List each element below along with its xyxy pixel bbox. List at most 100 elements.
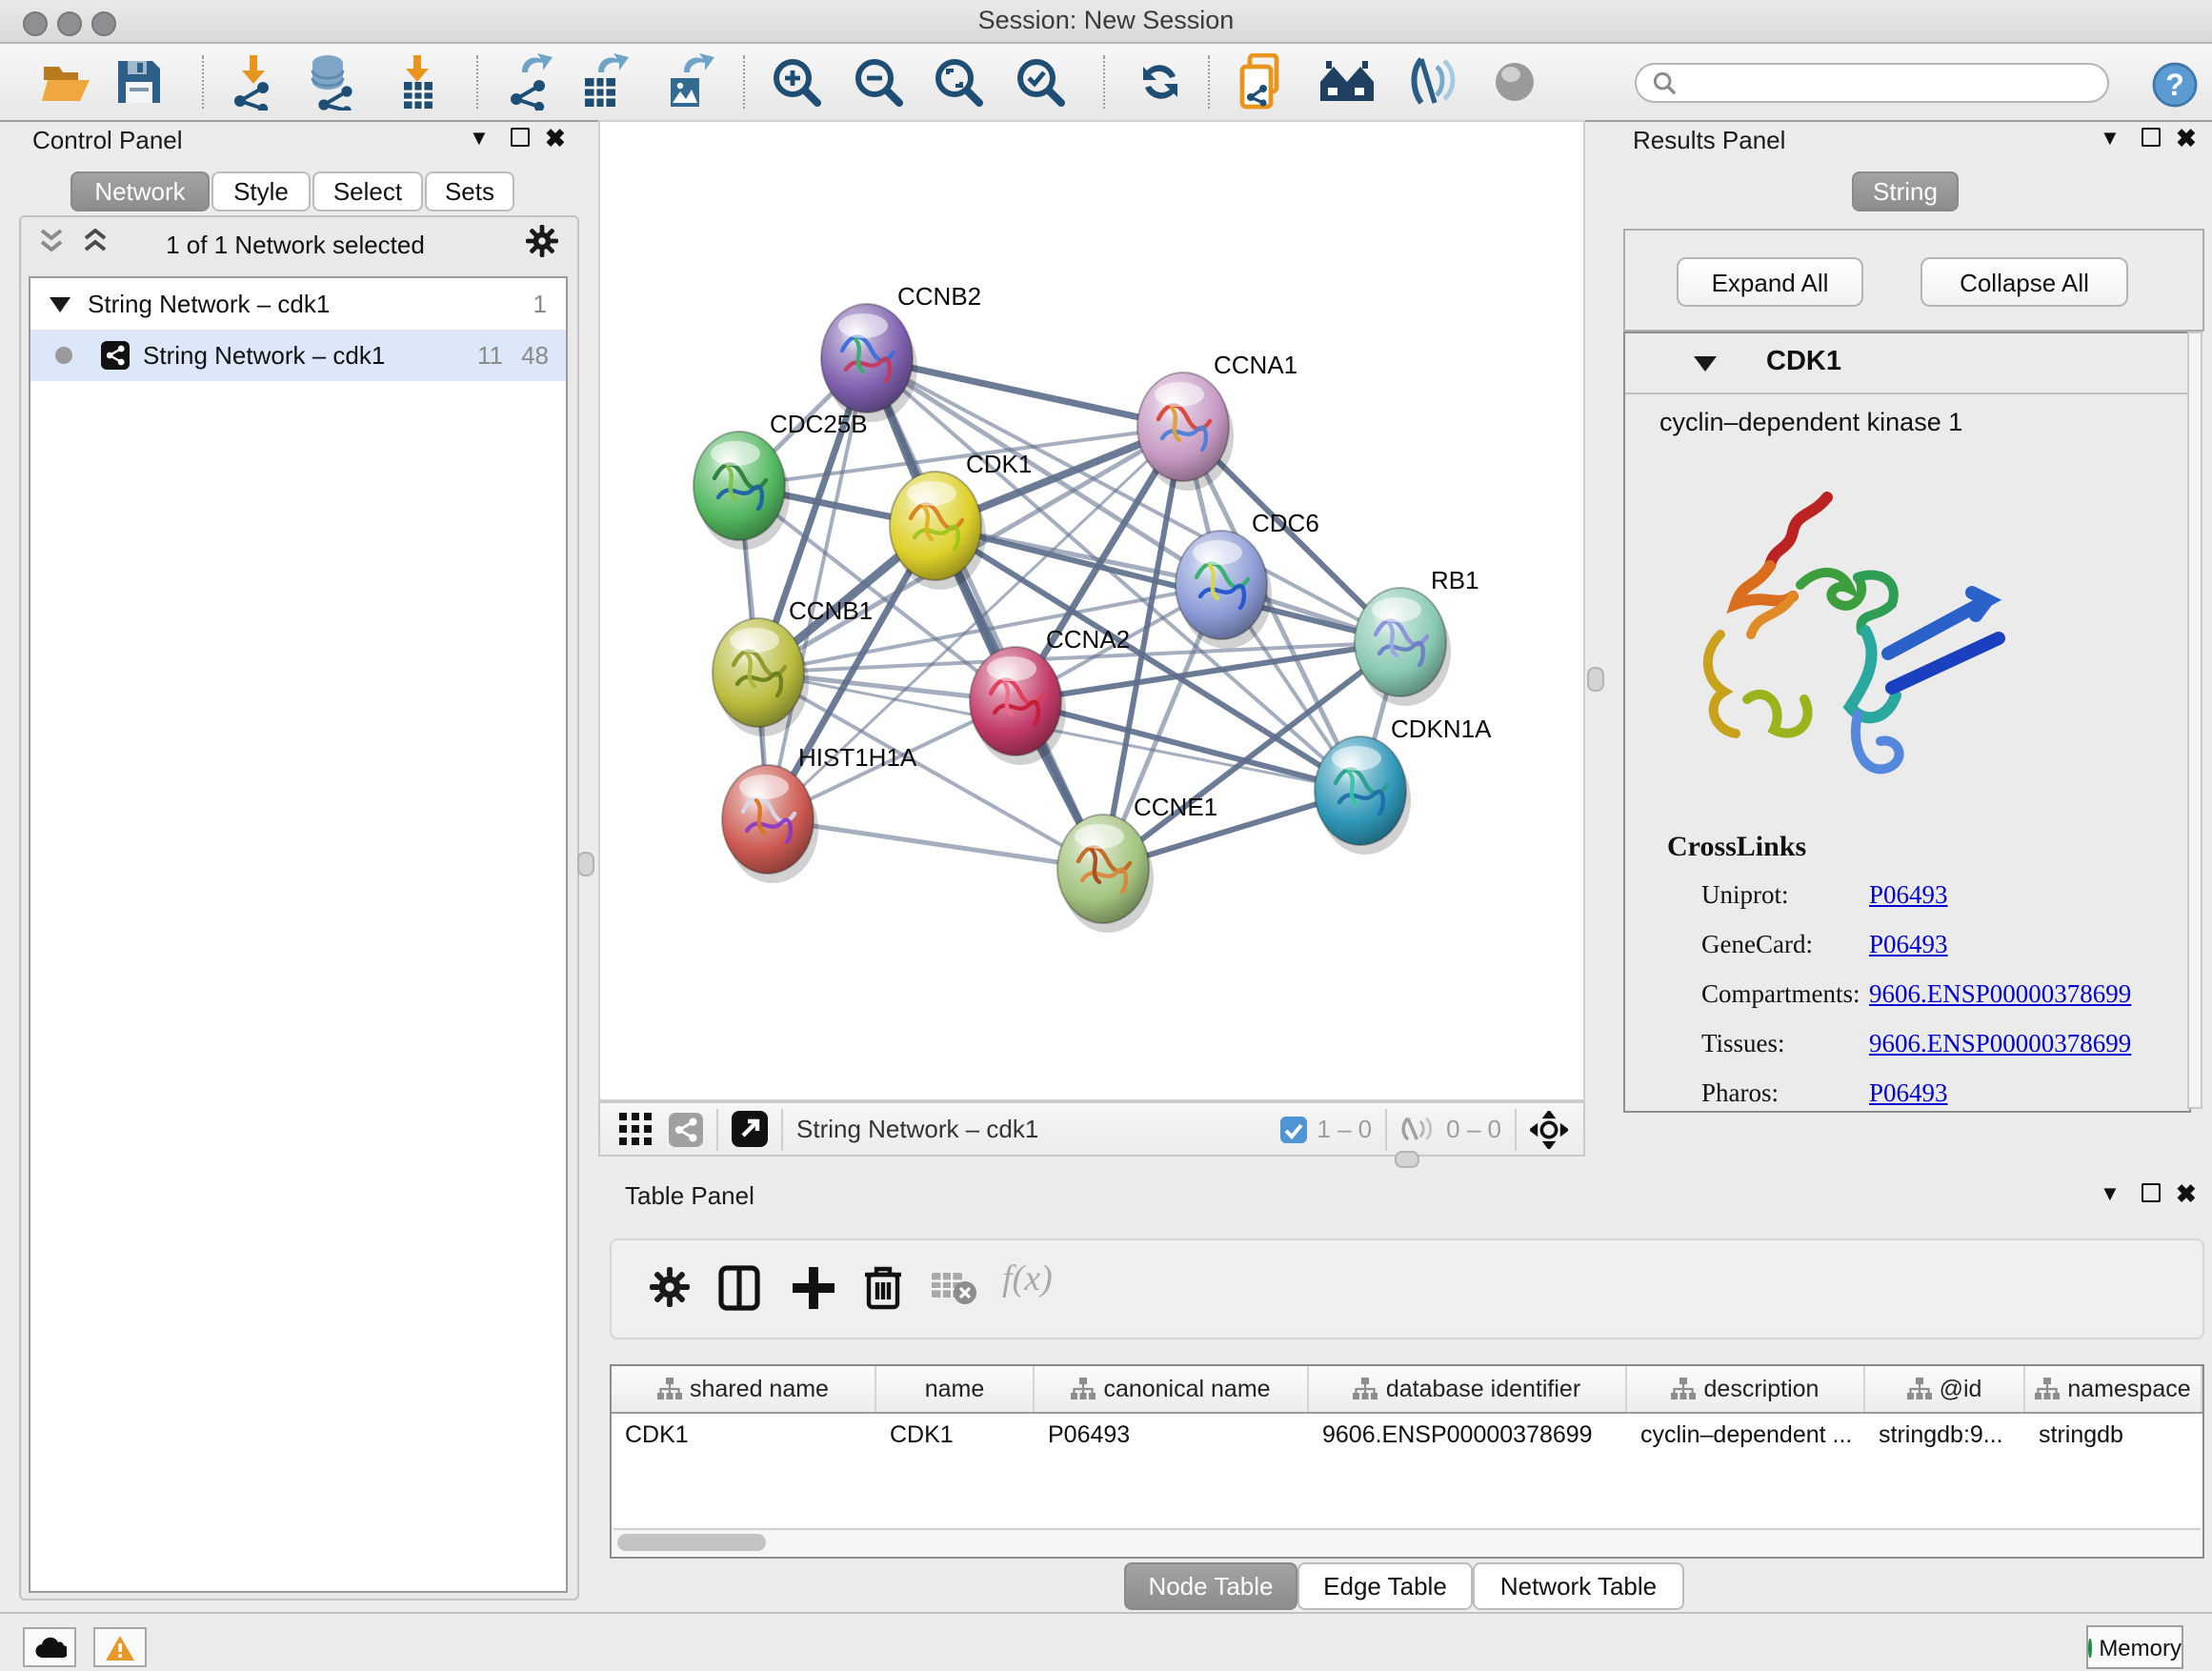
search-input[interactable] xyxy=(1677,68,2065,98)
delete-column-icon[interactable] xyxy=(863,1263,903,1311)
add-column-icon[interactable] xyxy=(791,1265,836,1311)
tab-node-table[interactable]: Node Table xyxy=(1124,1562,1297,1610)
network-node-HIST1H1A[interactable] xyxy=(722,765,818,883)
crosslink-link[interactable]: P06493 xyxy=(1869,930,1948,960)
string-docs-icon[interactable] xyxy=(1235,53,1292,111)
import-table-icon[interactable] xyxy=(389,53,446,111)
export-network-icon[interactable] xyxy=(501,53,558,111)
search-box[interactable] xyxy=(1635,63,2109,103)
table-row[interactable]: CDK1CDK1P064939606.ENSP00000378699cyclin… xyxy=(612,1414,2202,1456)
table-cell[interactable]: 9606.ENSP00000378699 xyxy=(1309,1414,1627,1456)
tab-select[interactable]: Select xyxy=(312,171,423,211)
column-header-canonicalname[interactable]: canonical name xyxy=(1035,1366,1309,1412)
table-cell[interactable]: CDK1 xyxy=(612,1414,876,1456)
import-network-icon[interactable] xyxy=(225,53,282,111)
table-panel-maximize-icon[interactable] xyxy=(2142,1183,2161,1202)
help-icon[interactable]: ? xyxy=(2145,55,2202,112)
network-node-CCNB2[interactable] xyxy=(821,304,917,422)
delete-table-icon[interactable] xyxy=(932,1273,977,1305)
tab-string-results[interactable]: String xyxy=(1852,171,1959,211)
tab-edge-table[interactable]: Edge Table xyxy=(1297,1562,1473,1610)
gene-section-header[interactable]: CDK1 xyxy=(1625,333,2189,394)
network-canvas[interactable]: CCNB2CCNA1CDC25BCDK1CDC6RB1CCNB1CCNA2CDK… xyxy=(598,120,1585,1101)
table-options-gear-icon[interactable] xyxy=(650,1267,690,1307)
memory-button[interactable]: Memory xyxy=(2086,1625,2183,1669)
network-collection-row[interactable]: String Network – cdk1 1 xyxy=(30,278,566,330)
results-scrollbar[interactable] xyxy=(2187,332,2202,1109)
scrollbar-thumb[interactable] xyxy=(617,1534,766,1551)
control-panel-float-icon[interactable]: ▼ xyxy=(469,130,490,151)
function-builder-icon[interactable]: f(x) xyxy=(1002,1259,1053,1301)
network-node-CCNE1[interactable] xyxy=(1057,815,1154,933)
collapse-all-button[interactable]: Collapse All xyxy=(1920,257,2128,307)
table-cell[interactable]: stringdb:9... xyxy=(1865,1414,2025,1456)
column-header-name[interactable]: name xyxy=(876,1366,1035,1412)
cloud-button[interactable] xyxy=(23,1627,76,1667)
show-columns-icon[interactable] xyxy=(718,1265,760,1311)
results-panel-maximize-icon[interactable] xyxy=(2142,128,2161,147)
tab-network[interactable]: Network xyxy=(70,171,210,211)
network-row[interactable]: String Network – cdk1 11 48 xyxy=(30,330,566,381)
table-horizontal-scrollbar[interactable] xyxy=(613,1528,2201,1555)
zoom-fit-icon[interactable] xyxy=(930,53,987,111)
network-node-CCNA2[interactable] xyxy=(970,647,1066,765)
network-node-CDK1[interactable] xyxy=(890,472,986,590)
network-options-gear-icon[interactable] xyxy=(526,225,558,257)
table-cell[interactable]: stringdb xyxy=(2025,1414,2202,1456)
selected-checkbox-icon[interactable] xyxy=(1280,1116,1307,1142)
collapse-all-networks-icon[interactable] xyxy=(38,229,72,253)
section-collapse-icon[interactable] xyxy=(1694,356,1717,372)
column-header-databaseidentifier[interactable]: database identifier xyxy=(1309,1366,1627,1412)
open-session-icon[interactable] xyxy=(38,53,95,111)
import-database-icon[interactable] xyxy=(303,53,360,111)
export-image-icon[interactable] xyxy=(659,53,716,111)
column-header-sharedname[interactable]: shared name xyxy=(612,1366,876,1412)
zoom-in-icon[interactable] xyxy=(768,53,825,111)
glass-eye-slash-icon[interactable] xyxy=(1402,53,1459,111)
protein-structure-image xyxy=(1675,471,2037,833)
column-header-description[interactable]: description xyxy=(1627,1366,1865,1412)
crosslink-link[interactable]: 9606.ENSP00000378699 xyxy=(1869,979,2131,1010)
results-panel-float-icon[interactable]: ▼ xyxy=(2100,130,2121,151)
refresh-icon[interactable] xyxy=(1132,53,1189,111)
network-node-RB1[interactable] xyxy=(1355,588,1451,706)
table-panel-close-icon[interactable]: ✖ xyxy=(2176,1183,2197,1204)
export-table-icon[interactable] xyxy=(573,53,631,111)
tab-network-table[interactable]: Network Table xyxy=(1473,1562,1684,1610)
table-cell[interactable]: CDK1 xyxy=(876,1414,1035,1456)
network-node-CDC6[interactable] xyxy=(1176,531,1272,649)
crosslink-link[interactable]: P06493 xyxy=(1869,880,1948,911)
horizontal-splitter-handle[interactable] xyxy=(1395,1151,1419,1168)
export-view-icon[interactable] xyxy=(732,1111,768,1147)
fit-selected-crosshair-icon[interactable] xyxy=(1530,1110,1568,1148)
crosslink-link[interactable]: 9606.ENSP00000378699 xyxy=(1869,1029,2131,1059)
table-cell[interactable]: cyclin–dependent ... xyxy=(1627,1414,1865,1456)
crosslinks-title: CrossLinks xyxy=(1625,833,2189,865)
control-panel-close-icon[interactable]: ✖ xyxy=(545,128,566,149)
zoom-selected-icon[interactable] xyxy=(1012,53,1069,111)
column-header-namespace[interactable]: namespace xyxy=(2025,1366,2202,1412)
glass-eye-icon[interactable] xyxy=(1486,53,1543,111)
column-header-id[interactable]: @id xyxy=(1865,1366,2025,1412)
expand-all-button[interactable]: Expand All xyxy=(1677,257,1863,307)
save-session-icon[interactable] xyxy=(111,53,168,111)
expand-all-networks-icon[interactable] xyxy=(82,229,116,253)
network-share-gray-icon[interactable] xyxy=(669,1112,703,1146)
right-splitter-handle[interactable] xyxy=(1587,667,1604,692)
tab-sets[interactable]: Sets xyxy=(425,171,514,211)
results-panel-close-icon[interactable]: ✖ xyxy=(2176,128,2197,149)
hidden-eye-slash-icon[interactable] xyxy=(1400,1115,1437,1143)
control-panel-maximize-icon[interactable] xyxy=(511,128,530,147)
warning-button[interactable] xyxy=(93,1627,147,1667)
network-node-CDKN1A[interactable] xyxy=(1315,736,1411,855)
tab-style[interactable]: Style xyxy=(211,171,311,211)
left-splitter-handle[interactable] xyxy=(577,852,594,876)
table-cell[interactable]: P06493 xyxy=(1035,1414,1309,1456)
tree-expand-icon[interactable] xyxy=(50,296,70,312)
birds-eye-grid-icon[interactable] xyxy=(619,1113,652,1145)
zoom-out-icon[interactable] xyxy=(850,53,907,111)
string-home-icon[interactable] xyxy=(1318,53,1376,111)
network-node-CCNB1[interactable] xyxy=(713,618,809,736)
crosslink-link[interactable]: P06493 xyxy=(1869,1078,1948,1109)
table-panel-float-icon[interactable]: ▼ xyxy=(2100,1185,2121,1206)
